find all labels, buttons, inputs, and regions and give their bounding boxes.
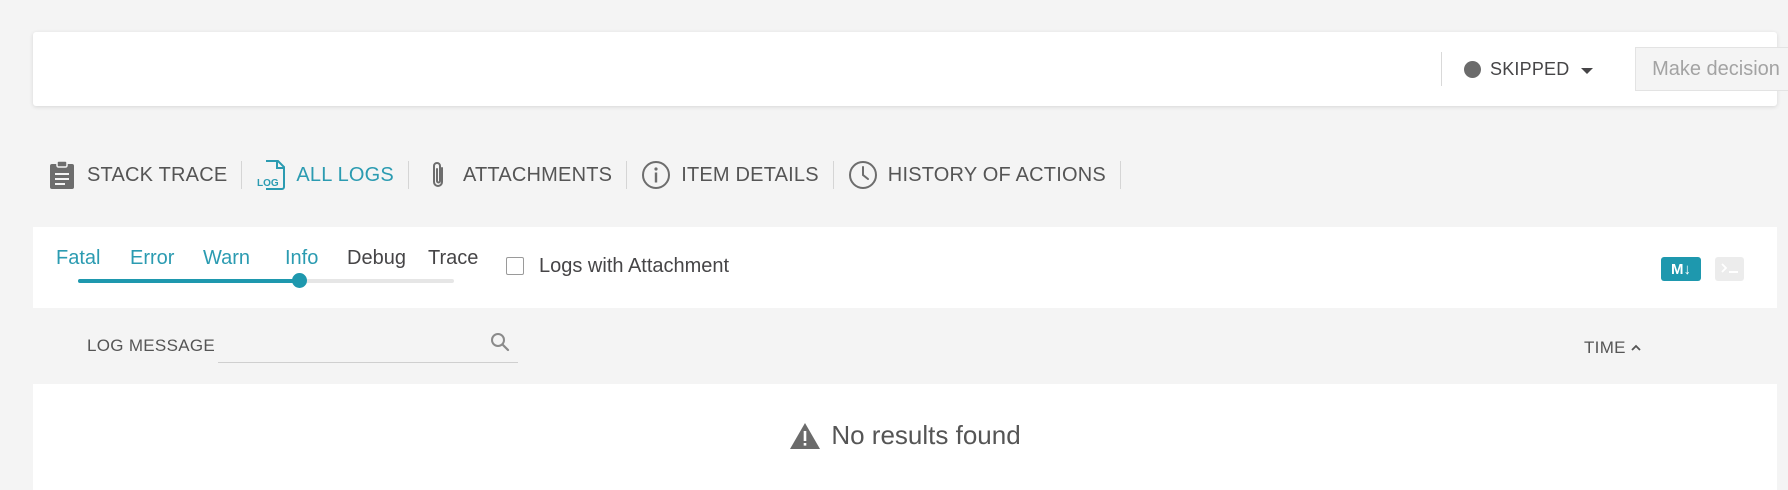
sort-ascending-icon (1631, 344, 1641, 351)
tab-divider (407, 161, 409, 189)
status-label: SKIPPED (1490, 58, 1570, 79)
tab-item-details[interactable]: ITEM DETAILS (641, 154, 819, 196)
log-level-error[interactable]: Error (130, 247, 174, 270)
log-level-slider-handle[interactable] (292, 273, 307, 288)
tab-stack-trace[interactable]: STACK TRACE (47, 154, 227, 196)
status-dropdown[interactable]: SKIPPED (1464, 54, 1594, 84)
tab-divider (1119, 161, 1121, 189)
log-level-warn[interactable]: Warn (203, 247, 250, 270)
markdown-mode-button[interactable]: M↓ (1661, 257, 1701, 281)
info-icon (641, 160, 671, 190)
divider (1441, 52, 1442, 86)
tab-all-logs[interactable]: LOG ALL LOGS (256, 154, 394, 196)
paperclip-icon (423, 160, 453, 190)
tab-label: ALL LOGS (296, 163, 394, 186)
warning-icon (790, 422, 821, 449)
log-level-debug[interactable]: Debug (347, 247, 406, 270)
no-results-message: No results found (831, 420, 1021, 450)
log-search-input[interactable] (218, 326, 482, 362)
item-header-card: SKIPPED Make decision (33, 32, 1788, 106)
empty-state: No results found (33, 420, 1777, 451)
tab-attachments[interactable]: ATTACHMENTS (423, 154, 612, 196)
clock-icon (848, 160, 878, 190)
log-results-panel: No results found (33, 384, 1777, 490)
log-level-info[interactable]: Info (285, 247, 318, 270)
logs-with-attachment-checkbox[interactable] (506, 257, 524, 275)
log-level-trace[interactable]: Trace (428, 247, 478, 270)
tab-label: ATTACHMENTS (462, 163, 613, 186)
caret-down-icon (1581, 68, 1594, 74)
make-decision-button[interactable]: Make decision (1635, 47, 1788, 91)
time-header-label: TIME (1584, 338, 1626, 357)
log-file-icon: LOG (256, 160, 286, 190)
clipboard-icon (47, 160, 77, 190)
log-level-fatal[interactable]: Fatal (56, 247, 100, 270)
svg-text:LOG: LOG (257, 178, 279, 189)
terminal-icon (1720, 263, 1738, 273)
status-dot (1464, 60, 1481, 78)
log-level-slider-fill (78, 279, 302, 283)
details-tabs: STACK TRACE LOG ALL LOGS ATTACHMENTS ITE… (47, 154, 1135, 196)
tab-label: STACK TRACE (87, 163, 228, 186)
log-search-field (218, 326, 518, 363)
console-mode-button[interactable] (1715, 257, 1744, 281)
search-icon[interactable] (490, 332, 510, 357)
tab-divider (832, 161, 834, 189)
tab-divider (241, 161, 243, 189)
tab-history-of-actions[interactable]: HISTORY OF ACTIONS (848, 154, 1106, 196)
log-filter-bar: Fatal Error Warn Info Debug Trace Logs w… (33, 227, 1777, 308)
log-message-header: LOG MESSAGE (87, 336, 216, 355)
tab-label: ITEM DETAILS (681, 163, 819, 186)
time-column-header[interactable]: TIME (1584, 338, 1642, 358)
logs-with-attachment-label[interactable]: Logs with Attachment (539, 255, 729, 278)
tab-divider (626, 161, 628, 189)
tab-label: HISTORY OF ACTIONS (887, 163, 1106, 186)
